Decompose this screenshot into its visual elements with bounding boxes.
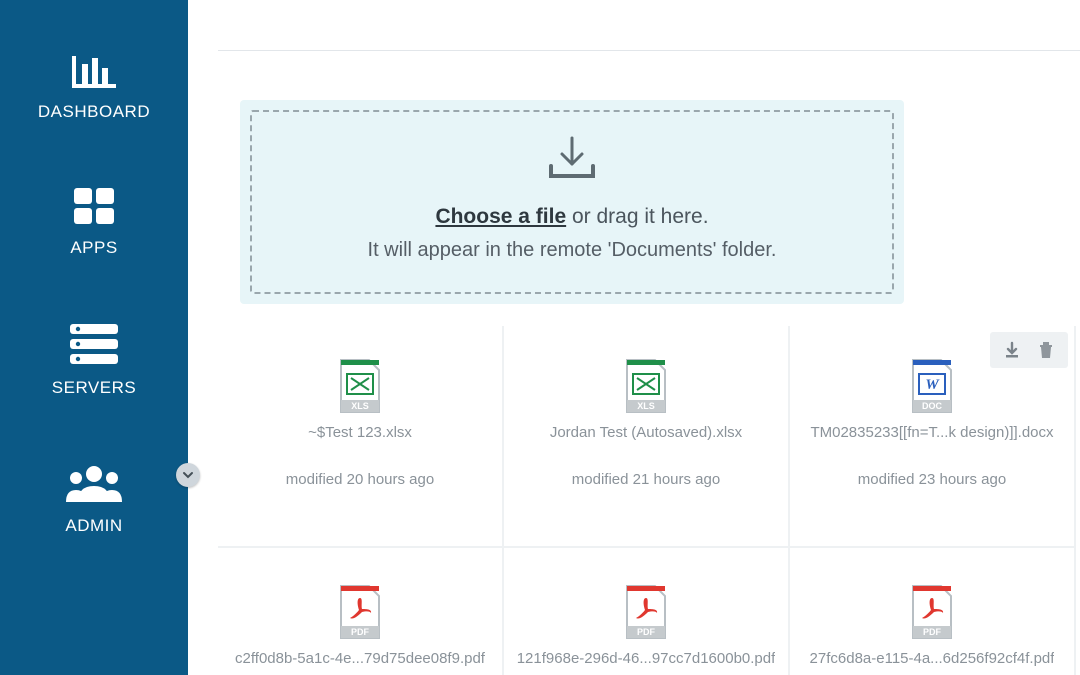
- file-card[interactable]: XLS ~$Test 123.xlsx modified 20 hours ag…: [218, 326, 504, 548]
- svg-text:DOC: DOC: [922, 401, 943, 411]
- sidebar-item-label: ADMIN: [65, 516, 122, 536]
- top-divider: [218, 50, 1080, 62]
- sidebar-item-apps[interactable]: APPS: [0, 156, 188, 292]
- xls-file-icon: XLS: [337, 358, 383, 414]
- file-card[interactable]: PDF 27fc6d8a-e115-4a...6d256f92cf4f.pdf: [790, 548, 1076, 675]
- file-name: c2ff0d8b-5a1c-4e...79d75dee08f9.pdf: [235, 650, 485, 667]
- svg-text:PDF: PDF: [923, 627, 942, 637]
- file-modified: modified 23 hours ago: [858, 471, 1006, 488]
- dropzone-drag-text: or drag it here.: [566, 205, 708, 228]
- file-name: Jordan Test (Autosaved).xlsx: [550, 424, 742, 441]
- svg-text:W: W: [925, 377, 940, 393]
- pdf-file-icon: PDF: [623, 584, 669, 640]
- file-modified: modified 21 hours ago: [572, 471, 720, 488]
- admin-icon: [64, 462, 124, 504]
- xls-file-icon: XLS: [623, 358, 669, 414]
- dropzone-line1: Choose a file or drag it here.: [272, 205, 872, 229]
- upload-icon: [545, 134, 599, 182]
- sidebar-item-label: DASHBOARD: [38, 102, 150, 122]
- file-name: 121f968e-296d-46...97cc7d1600b0.pdf: [517, 650, 776, 667]
- file-name: ~$Test 123.xlsx: [308, 424, 412, 441]
- pdf-file-icon: PDF: [909, 584, 955, 640]
- svg-text:PDF: PDF: [351, 627, 370, 637]
- download-button[interactable]: [996, 336, 1028, 364]
- main-content: Choose a file or drag it here. It will a…: [188, 0, 1080, 675]
- sidebar-item-label: SERVERS: [52, 378, 136, 398]
- file-name: 27fc6d8a-e115-4a...6d256f92cf4f.pdf: [810, 650, 1055, 667]
- file-card[interactable]: PDF c2ff0d8b-5a1c-4e...79d75dee08f9.pdf: [218, 548, 504, 675]
- file-modified: modified 20 hours ago: [286, 471, 434, 488]
- download-icon: [1003, 341, 1021, 359]
- sidebar: DASHBOARD APPS SERVERS: [0, 0, 188, 675]
- trash-icon: [1038, 341, 1054, 359]
- sidebar-item-label: APPS: [70, 238, 117, 258]
- file-grid: XLS ~$Test 123.xlsx modified 20 hours ag…: [218, 326, 1080, 675]
- dropzone-line2: It will appear in the remote 'Documents'…: [272, 239, 872, 262]
- svg-text:PDF: PDF: [637, 627, 656, 637]
- sidebar-item-dashboard[interactable]: DASHBOARD: [0, 20, 188, 156]
- file-card[interactable]: W DOC TM02835233[[fn=T...k design)]].doc…: [790, 326, 1076, 548]
- pdf-file-icon: PDF: [337, 584, 383, 640]
- apps-icon: [72, 186, 116, 226]
- sidebar-item-admin[interactable]: ADMIN: [0, 432, 188, 570]
- dashboard-icon: [66, 50, 122, 90]
- file-name: TM02835233[[fn=T...k design)]].docx: [810, 424, 1053, 441]
- file-card[interactable]: XLS Jordan Test (Autosaved).xlsx modifie…: [504, 326, 790, 548]
- sidebar-item-servers[interactable]: SERVERS: [0, 292, 188, 432]
- svg-text:XLS: XLS: [637, 401, 655, 411]
- upload-dropzone-inner: Choose a file or drag it here. It will a…: [250, 110, 894, 294]
- choose-file-link[interactable]: Choose a file: [435, 205, 566, 228]
- file-card[interactable]: PDF 121f968e-296d-46...97cc7d1600b0.pdf: [504, 548, 790, 675]
- svg-text:XLS: XLS: [351, 401, 369, 411]
- servers-icon: [68, 322, 120, 366]
- doc-file-icon: W DOC: [909, 358, 955, 414]
- file-card-actions: [990, 332, 1068, 368]
- upload-dropzone[interactable]: Choose a file or drag it here. It will a…: [240, 100, 904, 304]
- delete-button[interactable]: [1030, 336, 1062, 364]
